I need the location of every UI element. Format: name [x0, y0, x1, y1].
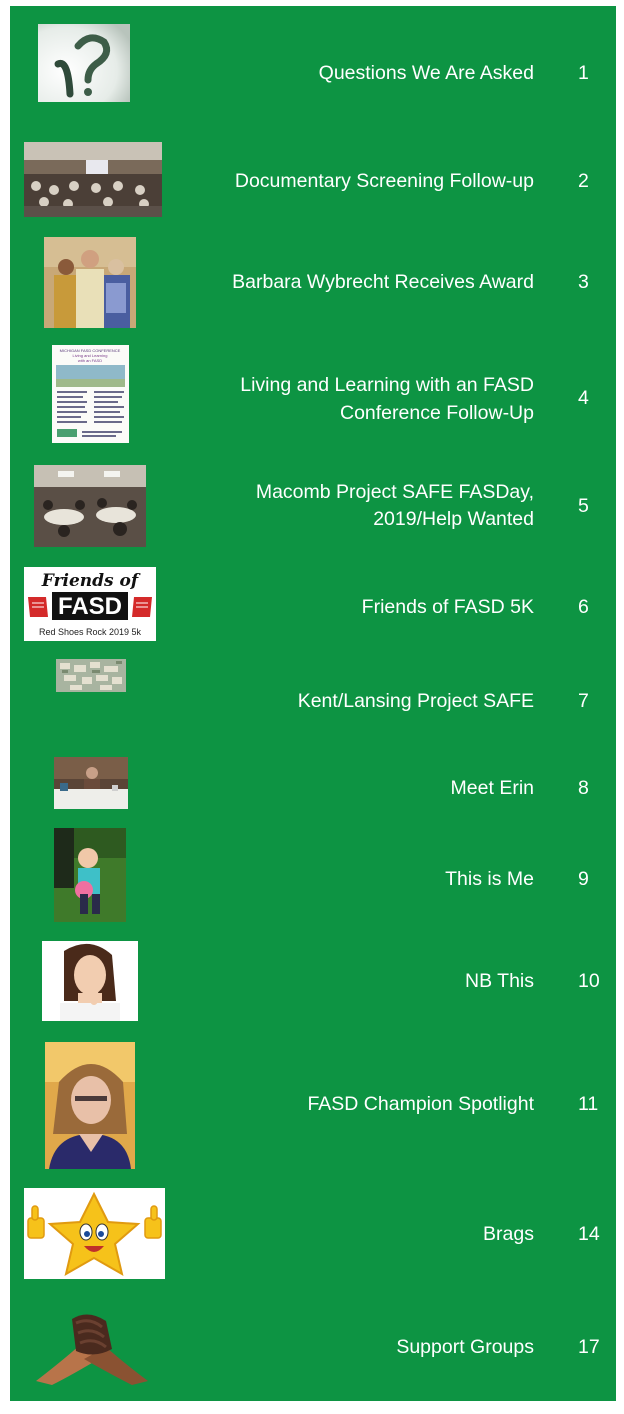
toc-title: FASD Champion Spotlight: [307, 1093, 534, 1115]
toc-title-line: Macomb Project SAFE FASDay,: [255, 481, 534, 503]
toc-title: Brags: [483, 1223, 534, 1245]
toc-title: Questions We Are Asked: [318, 62, 534, 84]
meeting-photo: [34, 465, 146, 547]
toc-page-number: 5: [578, 495, 589, 517]
logo-line-2: FASD: [58, 593, 122, 620]
table-of-contents-panel: Questions We Are Asked 1 Documentary Scr…: [10, 6, 616, 1401]
thinking-woman-photo: [42, 941, 138, 1021]
toc-page-number: 4: [578, 387, 589, 409]
star-thumbs-up-icon: [24, 1188, 165, 1279]
logo-line-3: Red Shoes Rock 2019 5k: [39, 627, 142, 637]
toc-title-line: Living and Learning with an FASD: [240, 374, 534, 396]
toc-title: This is Me: [445, 868, 534, 890]
award-photo: [44, 237, 136, 328]
child-photo: [54, 828, 126, 922]
question-mark-icon: [38, 24, 130, 102]
toc-title: Macomb Project SAFE FASDay, 2019/Help Wa…: [256, 479, 534, 533]
champion-portrait: [45, 1042, 135, 1169]
toc-page-number: 6: [578, 596, 589, 618]
toc-page-number: 10: [578, 970, 600, 992]
toc-page-number: 7: [578, 690, 589, 712]
conference-flyer: MICHIGAN FASD CONFERENCE Living and Lear…: [52, 345, 129, 443]
toc-page-number: 11: [578, 1093, 599, 1115]
toc-title: Barbara Wybrecht Receives Award: [232, 271, 534, 293]
toc-page-number: 3: [578, 271, 589, 293]
toc-page-number: 9: [578, 868, 589, 890]
toc-title: Living and Learning with an FASD Confere…: [240, 371, 534, 427]
toc-page-number: 17: [578, 1336, 600, 1358]
clasped-hands-icon: [32, 1301, 152, 1385]
erin-photo: [54, 757, 128, 809]
logo-line-1: Friends of: [41, 571, 141, 591]
toc-page-number: 2: [578, 170, 589, 192]
toc-title: Friends of FASD 5K: [361, 596, 534, 618]
friends-of-fasd-logo: Friends of FASD Red Shoes Rock 2019 5k: [24, 567, 156, 641]
toc-title: Kent/Lansing Project SAFE: [297, 690, 534, 712]
toc-page-number: 14: [578, 1223, 600, 1245]
toc-title-line: Conference Follow-Up: [339, 402, 534, 424]
toc-page-number: 1: [578, 62, 589, 84]
toc-title: Support Groups: [396, 1336, 534, 1358]
flyer-subheading-2: with an FASD: [78, 358, 102, 363]
toc-page-number: 8: [578, 777, 589, 799]
toc-title: NB This: [465, 970, 534, 992]
project-safe-table-photo: [56, 659, 126, 692]
toc-title-line: 2019/Help Wanted: [373, 508, 534, 530]
toc-title: Documentary Screening Follow-up: [234, 170, 534, 192]
screening-room-photo: [24, 142, 162, 217]
toc-title: Meet Erin: [450, 777, 534, 799]
